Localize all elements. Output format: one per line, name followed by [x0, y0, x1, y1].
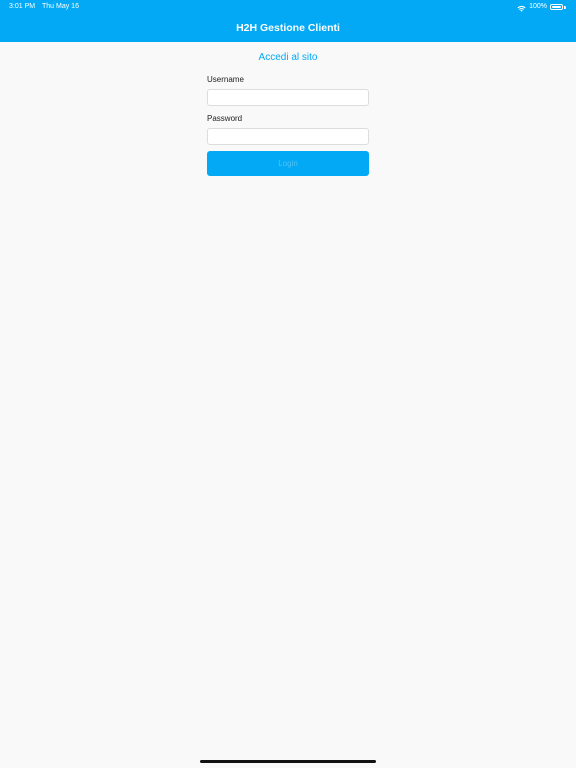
- username-label: Username: [207, 75, 244, 84]
- battery-percent: 100%: [529, 3, 547, 10]
- battery-fill: [552, 6, 561, 8]
- password-label: Password: [207, 114, 243, 123]
- wifi-icon: [517, 4, 526, 12]
- battery-body: [550, 4, 563, 10]
- app-header: 3:01 PM Thu May 16 100% H2H Gestione Cli…: [0, 0, 576, 42]
- login-button[interactable]: Login: [207, 151, 369, 176]
- status-bar: 3:01 PM Thu May 16 100%: [0, 0, 576, 14]
- username-input[interactable]: [207, 89, 369, 106]
- home-indicator[interactable]: [200, 760, 376, 763]
- status-date: Thu May 16: [42, 3, 79, 10]
- page-title: H2H Gestione Clienti: [236, 22, 340, 34]
- login-heading: Accedi al sito: [258, 52, 318, 63]
- status-indicators: 100%: [517, 0, 566, 14]
- battery-tip: [564, 5, 566, 9]
- status-time: 3:01 PM: [9, 3, 36, 10]
- password-input[interactable]: [207, 128, 369, 145]
- battery-icon: [550, 4, 566, 11]
- login-form: Username Password Login: [207, 74, 369, 176]
